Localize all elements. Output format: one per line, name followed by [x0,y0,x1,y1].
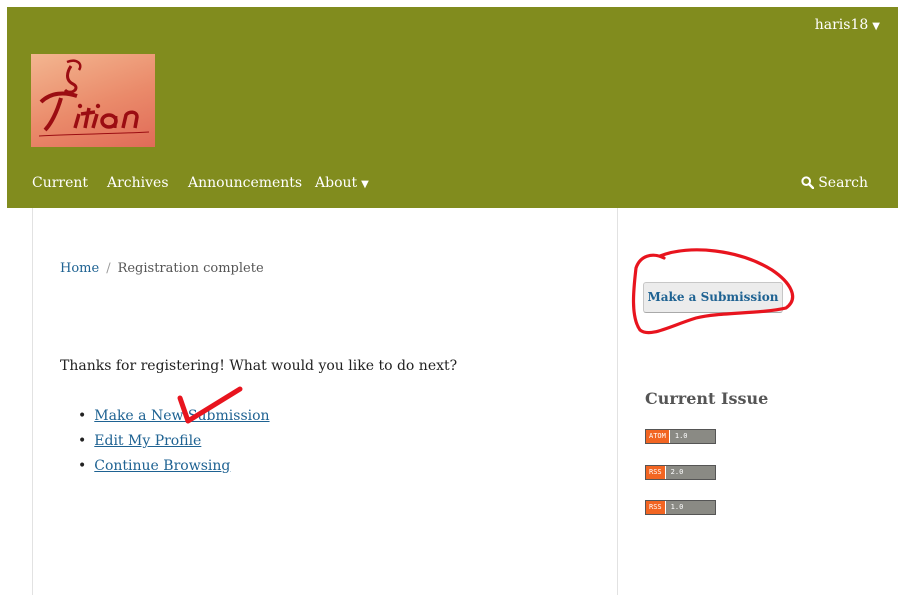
site-header: haris18 ▼ Current Archives Announcements … [7,7,898,208]
edit-profile-link[interactable]: Edit My Profile [94,433,201,449]
feed-version: 1.0 [668,430,715,443]
search-icon [801,176,815,190]
logo-artwork [38,59,150,137]
user-menu[interactable]: haris18 ▼ [815,17,880,33]
nav-about[interactable]: About ▼ [315,175,369,191]
nav-announcements[interactable]: Announcements [188,175,302,191]
new-submission-link[interactable]: Make a New Submission [94,408,269,424]
current-issue-heading: Current Issue [645,389,769,408]
chevron-down-icon: ▼ [361,179,369,190]
search-link[interactable]: Search [801,175,868,191]
nav-about-label: About [315,175,358,191]
continue-browsing-link[interactable]: Continue Browsing [94,458,230,474]
nav-current[interactable]: Current [32,175,88,191]
breadcrumb: Home / Registration complete [60,261,264,276]
feed-version: 1.0 [664,501,715,514]
nav-archives[interactable]: Archives [107,175,169,191]
journal-logo[interactable] [31,54,155,147]
feed-type: RSS [646,501,665,514]
breadcrumb-home-link[interactable]: Home [60,261,99,276]
list-item: Continue Browsing [78,457,270,482]
search-label: Search [818,175,868,191]
list-item: Make a New Submission [78,407,269,432]
user-menu-label: haris18 [814,17,869,33]
primary-nav: Current Archives Announcements About ▼ Se… [7,175,898,197]
feed-version: 2.0 [664,466,715,479]
atom-feed-badge[interactable]: ATOM 1.0 [645,429,716,444]
chevron-down-icon: ▼ [872,21,880,32]
feed-type: ATOM [646,430,669,443]
rss2-feed-badge[interactable]: RSS 2.0 [645,465,716,480]
next-actions-list: Make a New Submission Edit My Profile Co… [78,407,270,482]
registration-message: Thanks for registering! What would you l… [60,358,458,374]
breadcrumb-separator: / [106,261,111,276]
make-submission-button[interactable]: Make a Submission [643,282,783,313]
rss1-feed-badge[interactable]: RSS 1.0 [645,500,716,515]
list-item: Edit My Profile [78,432,270,457]
breadcrumb-current: Registration complete [117,261,264,276]
feed-type: RSS [646,466,665,479]
